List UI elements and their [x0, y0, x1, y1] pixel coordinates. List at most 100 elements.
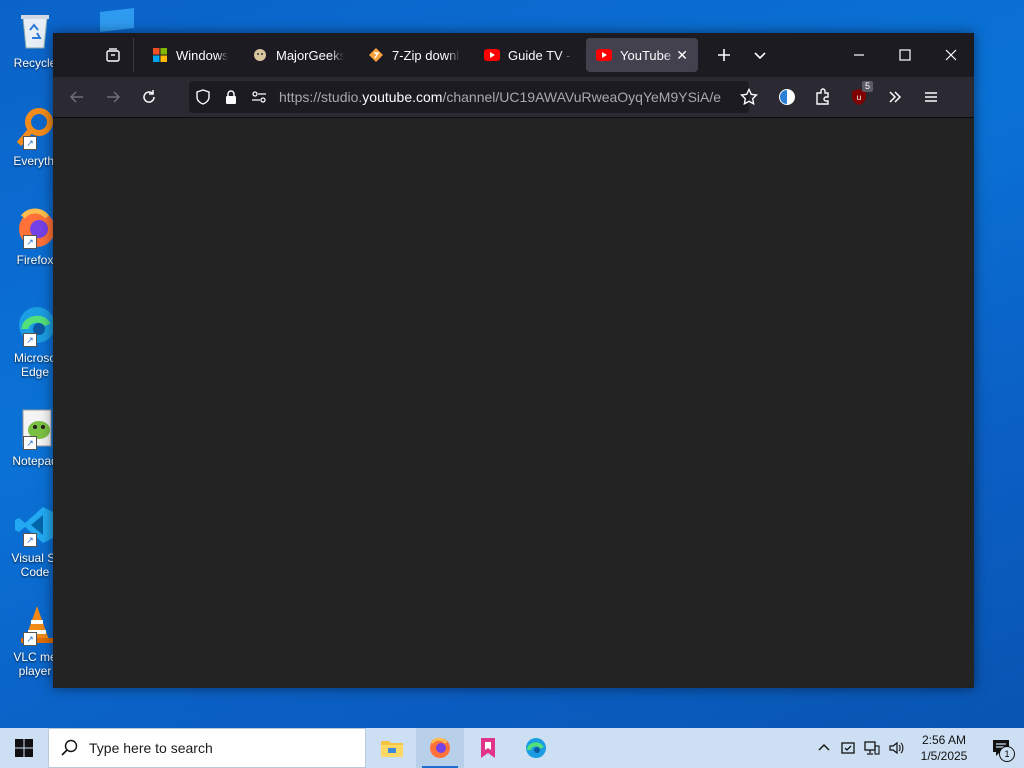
firefox-icon — [430, 737, 450, 758]
address-bar[interactable]: https://studio.youtube.com/channel/UC19A… — [189, 81, 749, 113]
tab-7zip[interactable]: 7-Zip downlo — [358, 38, 470, 72]
shortcut-arrow-icon: ↗ — [23, 533, 37, 547]
shortcut-arrow-icon: ↗ — [23, 333, 37, 347]
extensions-button[interactable] — [805, 81, 841, 113]
vlc-icon: ↗ — [13, 602, 57, 646]
tab-windows-server[interactable]: Windows Ser — [142, 38, 238, 72]
chevron-double-right-icon — [889, 91, 902, 103]
plus-icon — [718, 49, 730, 61]
taskbar-app-pink[interactable] — [464, 728, 512, 768]
more-tools-button[interactable] — [877, 81, 913, 113]
tracking-protection-icon[interactable] — [189, 89, 217, 105]
start-button[interactable] — [0, 728, 48, 768]
volume-button[interactable] — [884, 728, 908, 768]
contrast-icon — [779, 89, 795, 105]
tab-bar: Windows Ser MajorGeeks.C 7-Zip downlo Gu… — [53, 33, 974, 77]
svg-text:u: u — [857, 93, 861, 102]
taskbar-edge[interactable] — [512, 728, 560, 768]
url-host: youtube.com — [362, 89, 443, 105]
search-placeholder: Type here to search — [89, 740, 213, 756]
star-icon — [740, 88, 758, 106]
taskbar: Type here to search 2:56 AM 1/5/2025 1 — [0, 728, 1024, 768]
firefox-view-button[interactable] — [93, 38, 134, 72]
action-center-button[interactable]: 1 — [980, 728, 1024, 768]
firefox-view-icon — [106, 48, 120, 62]
close-tab-icon[interactable]: ✕ — [676, 47, 688, 64]
minimize-icon — [854, 54, 864, 56]
close-window-button[interactable] — [928, 33, 974, 77]
app-bookmark-icon — [481, 738, 495, 758]
majorgeeks-icon — [252, 47, 268, 63]
maximize-button[interactable] — [882, 33, 928, 77]
7zip-icon — [368, 47, 384, 63]
network-button[interactable] — [860, 728, 884, 768]
reload-icon — [143, 90, 155, 103]
maximize-icon — [899, 49, 911, 61]
notification-count: 1 — [999, 746, 1015, 762]
youtube-icon — [596, 47, 612, 63]
system-tray: 2:56 AM 1/5/2025 1 — [812, 728, 1024, 768]
chevron-down-icon — [754, 52, 766, 60]
clock-date: 1/5/2025 — [920, 749, 968, 763]
tab-title: Windows Ser — [176, 47, 228, 63]
tab-title: YouTube C — [620, 47, 676, 63]
tab-title: Guide TV - Yo — [508, 47, 572, 63]
windows-logo-icon — [152, 47, 168, 63]
tray-app-button[interactable] — [836, 728, 860, 768]
taskbar-search-box[interactable]: Type here to search — [48, 728, 366, 768]
lock-icon[interactable] — [217, 89, 245, 105]
navigation-toolbar: https://studio.youtube.com/channel/UC19A… — [53, 77, 974, 118]
show-hidden-icons-button[interactable] — [812, 728, 836, 768]
arrow-left-icon — [69, 91, 83, 103]
url-prefix: https://studio. — [279, 89, 363, 105]
notepadpp-icon: ↗ — [13, 406, 57, 450]
extension-dark-mode-button[interactable] — [769, 81, 805, 113]
extension-badge: 5 — [861, 81, 873, 92]
vscode-icon: ↗ — [13, 503, 57, 547]
forward-button[interactable] — [95, 81, 131, 113]
close-icon — [945, 49, 957, 61]
url-text[interactable]: https://studio.youtube.com/channel/UC19A… — [279, 89, 749, 105]
app-menu-button[interactable] — [913, 81, 949, 113]
list-all-tabs-button[interactable] — [742, 38, 778, 72]
taskbar-file-explorer[interactable] — [368, 728, 416, 768]
desktop-icon-partial[interactable] — [98, 8, 138, 32]
recycle-bin-icon — [13, 8, 57, 52]
clock-time: 2:56 AM — [921, 733, 967, 747]
browser-window: Windows Ser MajorGeeks.C 7-Zip downlo Gu… — [53, 33, 974, 688]
folder-icon — [381, 741, 403, 757]
search-icon — [61, 739, 78, 756]
network-icon — [864, 741, 880, 755]
back-button[interactable] — [59, 81, 95, 113]
edge-icon — [526, 738, 546, 758]
shortcut-arrow-icon: ↗ — [23, 436, 37, 450]
page-content-area[interactable] — [53, 118, 974, 688]
tab-majorgeeks[interactable]: MajorGeeks.C — [242, 38, 354, 72]
tab-guide-tv[interactable]: Guide TV - Yo — [474, 38, 582, 72]
tab-youtube-studio[interactable]: YouTube C ✕ — [586, 38, 698, 72]
clock[interactable]: 2:56 AM 1/5/2025 — [908, 732, 980, 764]
hamburger-menu-icon — [925, 92, 937, 102]
windows-start-icon — [15, 739, 33, 757]
shortcut-arrow-icon: ↗ — [23, 632, 37, 646]
ublock-origin-button[interactable]: u 5 — [841, 81, 877, 113]
youtube-icon — [484, 47, 500, 63]
firefox-icon: ↗ — [13, 205, 57, 249]
permissions-icon[interactable] — [245, 89, 273, 105]
new-tab-button[interactable] — [706, 38, 742, 72]
shortcut-arrow-icon: ↗ — [23, 136, 37, 150]
reload-button[interactable] — [131, 81, 167, 113]
window-controls — [836, 33, 974, 77]
bookmark-button[interactable] — [731, 81, 767, 113]
arrow-right-icon — [107, 91, 121, 103]
edge-icon: ↗ — [13, 303, 57, 347]
minimize-button[interactable] — [836, 33, 882, 77]
speaker-icon — [889, 741, 904, 755]
taskbar-firefox[interactable] — [416, 728, 464, 768]
tab-title: 7-Zip downlo — [392, 47, 460, 63]
url-path: /channel/UC19AWAVuRweaOyqYeM9YSiA/e — [442, 89, 722, 105]
puzzle-icon — [816, 88, 829, 105]
tab-title: MajorGeeks.C — [276, 47, 344, 63]
everything-icon: ↗ — [13, 106, 57, 150]
tray-app-icon — [841, 742, 855, 754]
